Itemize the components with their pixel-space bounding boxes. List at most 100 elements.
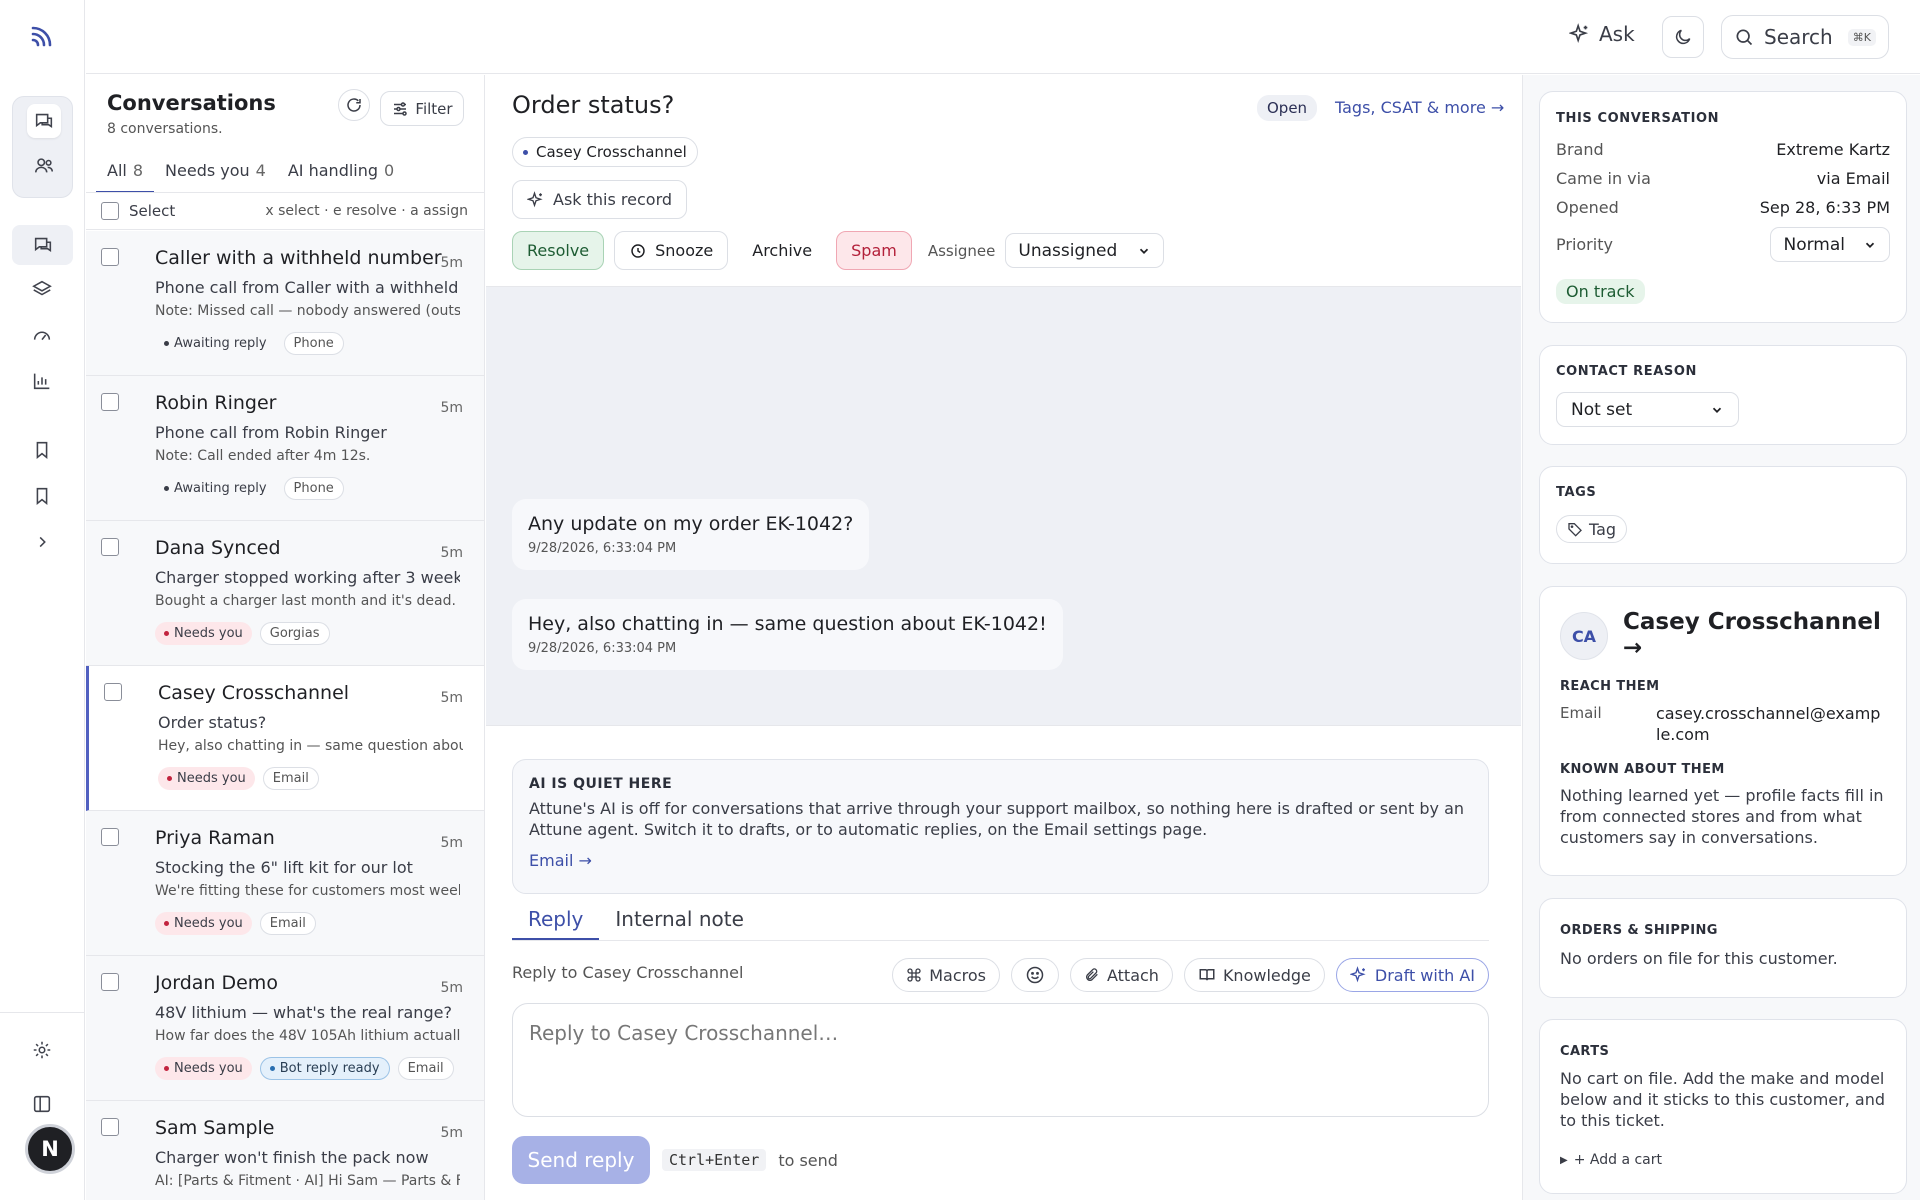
tags-csat-link[interactable]: Tags, CSAT & more → [1335, 98, 1504, 117]
snooze-button[interactable]: Snooze [614, 231, 729, 270]
customer-name-link[interactable]: Casey Crosschannel → [1623, 609, 1906, 661]
macros-button[interactable]: Macros [892, 958, 1000, 992]
opened-key: Opened [1556, 198, 1619, 217]
carts-heading: CARTS [1560, 1044, 1610, 1059]
layers-nav-icon[interactable] [25, 272, 59, 306]
assignee-label: Assignee [927, 241, 996, 260]
resolve-button[interactable]: Resolve [512, 231, 605, 270]
contact-reason-select[interactable]: Not set [1556, 392, 1739, 427]
conversation-item[interactable]: Robin Ringer 5m Phone call from Robin Ri… [86, 376, 484, 521]
row-checkbox[interactable] [101, 248, 119, 266]
time-ago: 5m [440, 545, 463, 561]
panel-toggle-icon[interactable] [25, 1087, 59, 1121]
assignee-select[interactable]: Unassigned [1005, 233, 1165, 268]
emoji-button[interactable] [1010, 958, 1059, 992]
gauge-nav-icon[interactable] [25, 318, 59, 352]
reply-textarea[interactable]: Reply to Casey Crosschannel… [512, 1003, 1489, 1117]
contact-reason-value: Not set [1571, 399, 1633, 420]
tab-ai-handling-label: AI handling [287, 161, 379, 180]
user-avatar[interactable]: N [25, 1124, 75, 1174]
assignee-value: Unassigned [1018, 240, 1118, 261]
time-ago: 5m [440, 255, 463, 271]
analytics-nav-icon[interactable] [25, 364, 59, 398]
brand-logo-icon[interactable] [28, 20, 58, 50]
conversation-item[interactable]: Sam Sample 5m Charger won't finish the p… [86, 1101, 484, 1200]
priority-select[interactable]: Normal [1770, 227, 1890, 262]
expand-chevron-icon[interactable] [25, 525, 59, 559]
add-tag-button[interactable]: Tag [1556, 515, 1628, 543]
spam-button[interactable]: Spam [836, 231, 912, 270]
tab-reply[interactable]: Reply [512, 901, 600, 940]
tab-ai-handling[interactable]: AI handling 0 [277, 157, 405, 193]
carts-card: CARTS No cart on file. Add the make and … [1539, 1019, 1907, 1194]
ask-record-button[interactable]: Ask this record [512, 180, 688, 219]
search-icon [1736, 29, 1753, 46]
list-title: Conversations [107, 91, 276, 115]
row-checkbox[interactable] [101, 828, 119, 846]
knowledge-label: Knowledge [1222, 965, 1311, 985]
archive-button[interactable]: Archive [738, 231, 827, 270]
message-bubble: Hey, also chatting in — same question ab… [512, 599, 1063, 670]
conversation-item[interactable]: Jordan Demo 5m 48V lithium — what's the … [86, 956, 484, 1101]
channel-badge: Email [259, 912, 316, 935]
ask-button[interactable]: Ask [1569, 22, 1635, 46]
carts-text: No cart on file. Add the make and model … [1560, 1069, 1885, 1130]
conversation-item[interactable]: Caller with a withheld number 5m Phone c… [86, 231, 484, 376]
row-checkbox[interactable] [101, 1118, 119, 1136]
conversation-details-card: THIS CONVERSATION Brand Extreme Kartz Cam… [1539, 91, 1907, 323]
tab-internal-note[interactable]: Internal note [599, 901, 760, 940]
global-search-button[interactable]: Search ⌘K [1721, 15, 1889, 59]
nav-group-inbox [12, 96, 73, 198]
conversation-item-selected[interactable]: Casey Crosschannel 5m Order status? Hey,… [86, 666, 484, 811]
tab-needs-you-label: Needs you [165, 161, 250, 180]
preview: How far does the 48V 105Ah lithium actua… [155, 1028, 460, 1044]
paperclip-icon [1086, 968, 1098, 981]
message-timestamp: 9/28/2026, 6:33:04 PM [528, 541, 677, 556]
filter-button[interactable]: Filter [380, 91, 464, 126]
ask-record-label: Ask this record [553, 190, 673, 209]
tab-all[interactable]: All 8 [96, 157, 155, 193]
contact-name: Caller with a withheld number [155, 247, 442, 269]
settings-gear-icon[interactable] [25, 1033, 59, 1067]
row-checkbox[interactable] [101, 973, 119, 991]
came-in-key: Came in via [1556, 169, 1651, 188]
email-settings-link[interactable]: Email → [529, 851, 1472, 870]
row-checkbox[interactable] [101, 538, 119, 556]
conversations-nav-icon[interactable] [27, 104, 61, 138]
row-checkbox[interactable] [101, 393, 119, 411]
channel-badge: Email [397, 1057, 454, 1080]
bookmark-nav-icon[interactable] [25, 433, 59, 467]
search-shortcut: ⌘K [1847, 28, 1876, 46]
attach-button[interactable]: Attach [1069, 958, 1173, 992]
refresh-button[interactable] [338, 89, 370, 121]
card-heading: THIS CONVERSATION [1556, 111, 1720, 126]
draft-with-ai-button[interactable]: Draft with AI [1335, 958, 1489, 992]
contacts-nav-icon[interactable] [27, 149, 61, 183]
add-cart-button[interactable]: ▶ + Add a cart [1560, 1152, 1662, 1168]
theme-toggle-button[interactable] [1662, 16, 1704, 58]
subject: Charger stopped working after 3 weeks [155, 568, 460, 587]
knowledge-button[interactable]: Knowledge [1183, 958, 1325, 992]
conversation-actions: Resolve Snooze Archive Spam Assignee Una… [512, 231, 1165, 270]
conversation-item[interactable]: Dana Synced 5m Charger stopped working a… [86, 521, 484, 666]
conversation-item[interactable]: Priya Raman 5m Stocking the 6" lift kit … [86, 811, 484, 956]
nav-rail: N [0, 0, 85, 1200]
brand-row: Brand Extreme Kartz [1556, 140, 1890, 159]
contact-name: Jordan Demo [155, 972, 278, 994]
tab-needs-you[interactable]: Needs you 4 [154, 157, 277, 193]
search-label: Search [1764, 25, 1833, 49]
add-cart-label: + Add a cart [1573, 1152, 1662, 1168]
preview: Note: Missed call — nobody answered (out… [155, 303, 460, 319]
attach-label: Attach [1106, 965, 1159, 985]
contact-chip[interactable]: Casey Crosschannel [512, 137, 698, 167]
subject: Charger won't finish the pack now [155, 1148, 429, 1167]
inbox-nav-icon[interactable] [12, 225, 73, 265]
select-all-checkbox[interactable] [101, 202, 119, 220]
message-bubble: Any update on my order EK-1042? 9/28/202… [512, 499, 870, 570]
row-checkbox[interactable] [104, 683, 122, 701]
send-reply-button[interactable]: Send reply [512, 1136, 650, 1184]
saved-nav-icon[interactable] [25, 479, 59, 513]
bot-reply-badge: Bot reply ready [259, 1057, 390, 1080]
channel-badge: Phone [283, 332, 344, 355]
email-value[interactable]: casey.crosschannel@example.com [1656, 703, 1881, 745]
